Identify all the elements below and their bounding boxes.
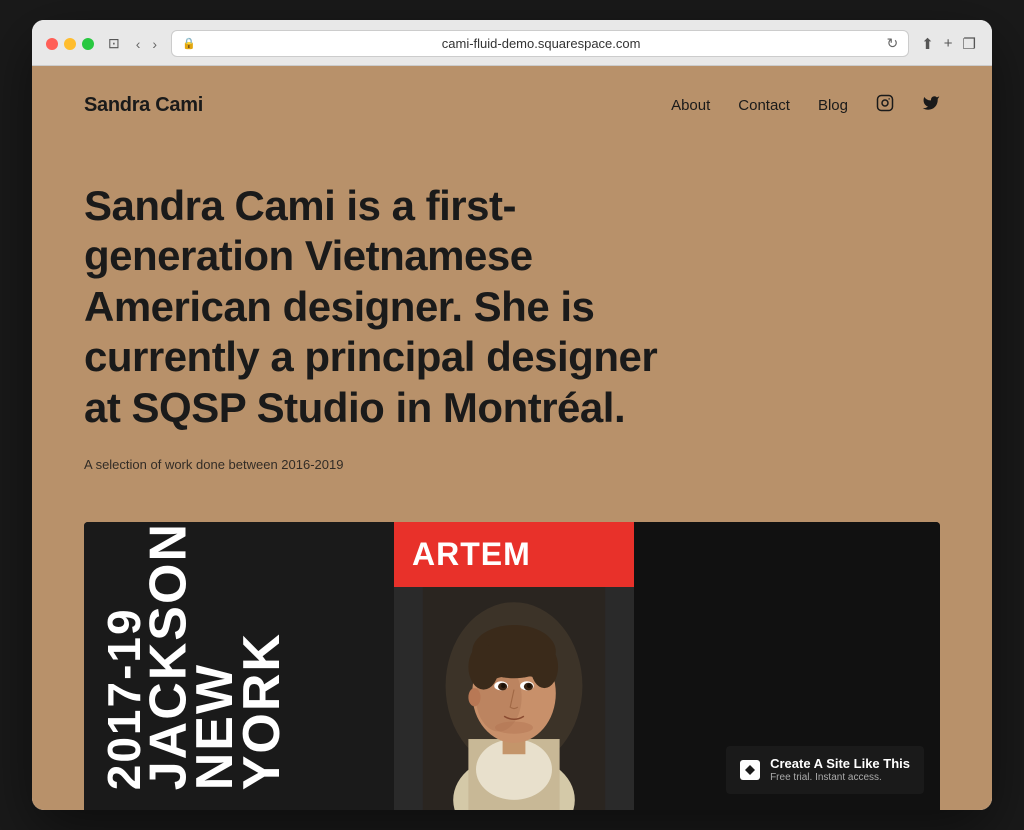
portfolio-preview: 2017-19 JACKSON NEW YORK ARTEM [84, 522, 940, 810]
artem-portrait [394, 587, 634, 810]
site-header: Sandra Cami About Contact Blog [32, 66, 992, 141]
nav-about[interactable]: About [671, 97, 710, 114]
browser-nav-buttons: ⊡ ‹ › [104, 33, 161, 54]
squarespace-badge-text: Create A Site Like This Free trial. Inst… [770, 756, 910, 784]
twitter-icon[interactable] [922, 94, 940, 117]
squarespace-badge[interactable]: Create A Site Like This Free trial. Inst… [726, 746, 924, 794]
close-button[interactable] [46, 38, 58, 50]
sidebar-toggle-button[interactable]: ⊡ [104, 33, 124, 54]
reload-button[interactable]: ↻ [886, 35, 898, 52]
hero-subtext: A selection of work done between 2016-20… [84, 457, 940, 472]
badge-sub: Free trial. Instant access. [770, 772, 910, 784]
badge-cta: Create A Site Like This [770, 756, 910, 772]
artem-card: ARTEM [394, 522, 634, 810]
url-text: cami-fluid-demo.squarespace.com [202, 36, 881, 51]
site-logo[interactable]: Sandra Cami [84, 94, 203, 117]
browser-chrome: ⊡ ‹ › 🔒 cami-fluid-demo.squarespace.com … [32, 20, 992, 66]
traffic-lights [46, 38, 94, 50]
back-button[interactable]: ‹ [132, 33, 145, 54]
artem-title: ARTEM [412, 536, 616, 573]
browser-window: ⊡ ‹ › 🔒 cami-fluid-demo.squarespace.com … [32, 20, 992, 810]
portfolio-rotated-text: 2017-19 JACKSON NEW YORK [104, 522, 286, 790]
website-content: Sandra Cami About Contact Blog [32, 66, 992, 810]
minimize-button[interactable] [64, 38, 76, 50]
squarespace-logo-icon [740, 760, 760, 780]
share-button[interactable]: ⬆ [919, 33, 936, 55]
new-tab-button[interactable]: + [942, 33, 955, 54]
duplicate-button[interactable]: ❐ [961, 33, 978, 55]
nav-contact[interactable]: Contact [738, 97, 790, 114]
address-bar[interactable]: 🔒 cami-fluid-demo.squarespace.com ↻ [171, 30, 909, 57]
instagram-icon[interactable] [876, 94, 894, 117]
browser-actions: ⬆ + ❐ [919, 33, 978, 55]
portfolio-left-panel: 2017-19 JACKSON NEW YORK [84, 522, 394, 810]
forward-button[interactable]: › [148, 33, 161, 54]
site-nav: About Contact Blog [671, 94, 940, 117]
lock-icon: 🔒 [182, 37, 196, 50]
hero-headline: Sandra Cami is a first-generation Vietna… [84, 181, 664, 433]
nav-blog[interactable]: Blog [818, 97, 848, 114]
hero-section: Sandra Cami is a first-generation Vietna… [32, 141, 992, 502]
artem-header: ARTEM [394, 522, 634, 587]
maximize-button[interactable] [82, 38, 94, 50]
